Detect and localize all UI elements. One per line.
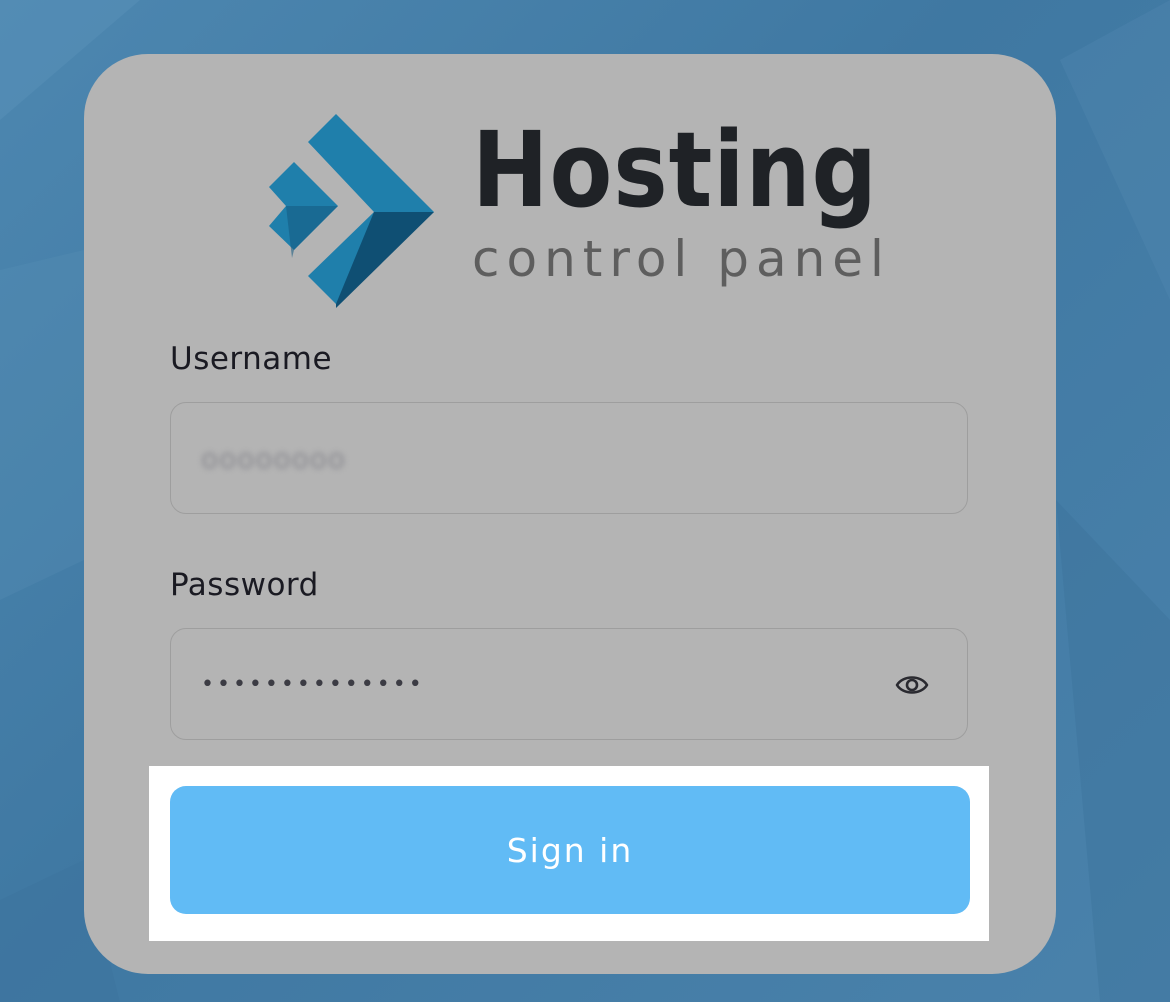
username-label: Username (170, 341, 333, 377)
logo-chevron-icon (269, 114, 434, 308)
logo-title: Hosting (472, 109, 878, 231)
password-value: •••••••••••••• (201, 671, 425, 697)
username-field[interactable]: oooooooo (170, 402, 968, 514)
username-value: oooooooo (201, 441, 347, 475)
password-field[interactable]: •••••••••••••• (170, 628, 968, 740)
password-label: Password (170, 567, 319, 603)
sign-in-button[interactable]: Sign in (170, 786, 970, 914)
logo-subtitle: control panel (472, 230, 891, 288)
eye-icon[interactable] (895, 670, 929, 700)
